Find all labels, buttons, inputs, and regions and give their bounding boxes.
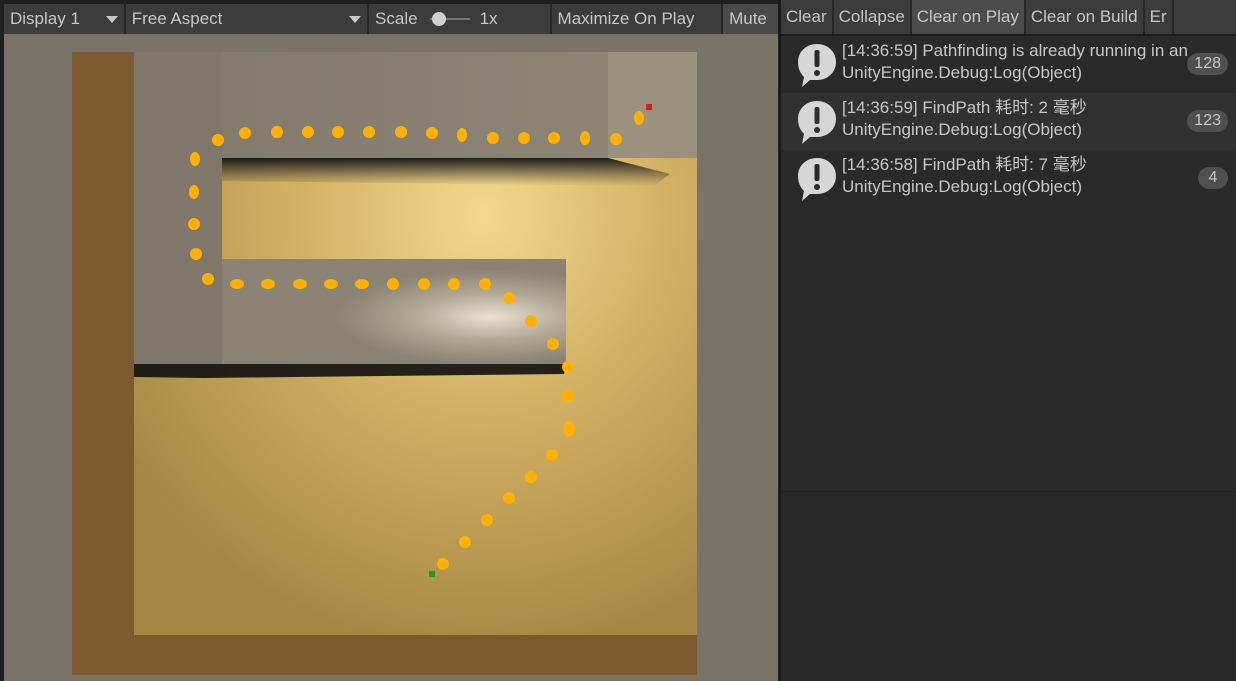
info-message-icon [798,44,836,87]
console-toolbar: Clear Collapse Clear on Play Clear on Bu… [781,0,1236,36]
path-dot [188,218,200,230]
path-dot [293,279,307,289]
path-dot [448,278,460,290]
path-dot [202,273,214,285]
path-dot [230,279,244,289]
scale-label: Scale [375,9,418,28]
chevron-down-icon [349,15,362,23]
path-dot [459,536,471,548]
left-wall [134,52,222,364]
log-entry[interactable]: [14:36:59] Pathfinding is already runnin… [781,36,1236,93]
scene-render [4,34,778,681]
clear-on-play-toggle[interactable]: Clear on Play [911,0,1026,34]
log-count-badge: 4 [1198,167,1228,189]
path-dot [437,558,449,570]
game-view[interactable] [4,34,778,681]
path-dot [363,126,375,138]
clear-on-build-label: Clear on Build [1030,7,1138,26]
path-dot [332,126,344,138]
log-stacktrace: UnityEngine.Debug:Log(Object) [842,177,1083,196]
start-marker [429,571,435,577]
target-marker [646,104,652,110]
path-dot [547,338,559,350]
path-dot [562,361,574,373]
collapse-toggle[interactable]: Collapse [833,0,912,34]
aspect-dropdown[interactable]: Free Aspect [125,4,370,34]
path-dot [426,127,438,139]
log-count-badge: 128 [1187,53,1228,75]
path-dot [481,514,493,526]
scale-slider[interactable] [429,12,470,26]
path-dot [190,248,202,260]
path-dot [271,126,283,138]
log-detail-area[interactable] [781,493,1236,681]
aspect-label: Free Aspect [131,9,223,28]
clear-on-play-label: Clear on Play [916,7,1019,26]
path-dot [324,279,338,289]
chevron-down-icon [105,15,118,23]
mute-audio-label: Mute [729,9,767,28]
collapse-label: Collapse [838,7,905,26]
path-dot [525,315,537,327]
path-dot [418,278,430,290]
mute-audio-toggle[interactable]: Mute [723,4,778,34]
display-label: Display 1 [10,9,80,28]
clear-label: Clear [786,7,827,26]
path-dot [212,134,224,146]
log-text: [14:36:59] Pathfinding is already runnin… [842,40,1236,84]
path-dot [548,132,560,144]
log-text: [14:36:59] FindPath 耗时: 2 毫秒 UnityEngine… [842,97,1236,141]
scale-slider-thumb[interactable] [431,12,446,26]
log-entry[interactable]: [14:36:59] FindPath 耗时: 2 毫秒 UnityEngine… [781,93,1236,150]
error-pause-toggle[interactable]: Er [1144,0,1174,34]
info-message-icon [798,158,836,201]
display-dropdown[interactable]: Display 1 [4,4,126,34]
log-stacktrace: UnityEngine.Debug:Log(Object) [842,63,1083,82]
maximize-on-play-toggle[interactable]: Maximize On Play [551,4,724,34]
path-dot [580,131,590,145]
info-message-icon [798,101,836,144]
game-panel: Display 1 Free Aspect Scale 1x Maximize … [0,0,778,681]
scale-value: 1x [479,9,498,28]
path-dot [518,132,530,144]
clear-on-build-toggle[interactable]: Clear on Build [1025,0,1145,34]
log-stacktrace: UnityEngine.Debug:Log(Object) [842,120,1083,139]
log-list[interactable]: [14:36:59] Pathfinding is already runnin… [781,36,1236,492]
path-dot [355,279,369,289]
path-dot [457,128,467,142]
path-dot [546,449,558,461]
path-dot [562,390,574,402]
path-dot [634,111,644,125]
log-message: [14:36:59] Pathfinding is already runnin… [842,41,1188,60]
top-wall-end-block [608,52,697,158]
path-dot [190,152,200,166]
log-count-badge: 123 [1187,110,1228,132]
clear-button[interactable]: Clear [781,0,834,34]
log-message: [14:36:58] FindPath 耗时: 7 毫秒 [842,155,1087,174]
log-message: [14:36:59] FindPath 耗时: 2 毫秒 [842,98,1087,117]
path-dot [563,421,575,437]
path-dot [503,492,515,504]
path-dot [525,471,537,483]
path-dot [503,292,515,304]
maximize-on-play-label: Maximize On Play [557,9,695,28]
path-dot [395,126,407,138]
game-toolbar: Display 1 Free Aspect Scale 1x Maximize … [4,4,778,34]
error-pause-label: Er [1149,7,1167,26]
path-dot [302,126,314,138]
middle-wall [222,259,566,364]
path-dot [479,278,491,290]
scale-control: Scale 1x [369,4,552,34]
path-dot [387,278,399,290]
path-dot [610,133,622,145]
path-dot [261,279,275,289]
log-entry[interactable]: [14:36:58] FindPath 耗时: 7 毫秒 UnityEngine… [781,150,1236,207]
path-dot [487,132,499,144]
path-dot [189,185,199,199]
console-panel: Clear Collapse Clear on Play Clear on Bu… [779,0,1236,681]
path-dot [239,127,251,139]
log-text: [14:36:58] FindPath 耗时: 7 毫秒 UnityEngine… [842,154,1236,198]
